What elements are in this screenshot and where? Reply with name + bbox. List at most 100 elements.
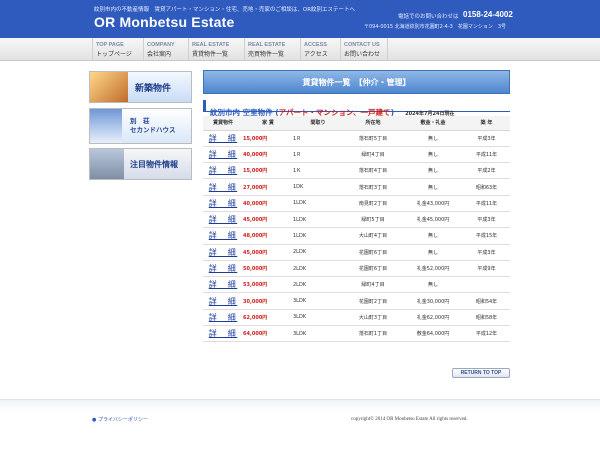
banner-new-properties[interactable]: 新築物件: [89, 71, 192, 103]
built-cell: [463, 276, 510, 294]
table-row: 詳 細 50,000円 2LDK 花園町6丁目 礼金52,000円 平成9年: [203, 260, 510, 278]
layout-cell: 1Ｒ: [293, 146, 343, 164]
nav-item-en: CONTACT US: [344, 42, 380, 48]
location-cell: 落石町1丁目: [343, 325, 403, 343]
built-cell: 平成3年: [463, 130, 510, 147]
return-to-top-button[interactable]: RETURN TO TOP: [452, 368, 510, 378]
house-photo: [90, 72, 128, 102]
detail-cell: 詳 細: [203, 195, 243, 212]
banner-label-line2: セカンドハウス: [130, 126, 176, 134]
built-cell: 平成3年: [463, 211, 510, 229]
detail-cell: 詳 細: [203, 227, 243, 245]
banner-label: 注目物件情報: [130, 160, 178, 169]
site-header: 紋別市内の不動産情報 賃貸アパート・マンション・住宅、売地・売家のご相談は、OR…: [0, 0, 600, 38]
main-nav: TOP PAGE トップページ COMPANY 会社案内 REAL ESTATE…: [0, 38, 600, 61]
rent-cell: 48,000円: [243, 227, 293, 245]
page-title-bar: 賃貸物件一覧 【仲介・管理】: [203, 70, 510, 94]
rental-listing-table: 賃貸物件 家 賃 間取り 所在地 敷金・礼金 築 年 詳 細 15,000円 1Ｒ 落…: [203, 116, 510, 343]
built-cell: 昭和58年: [463, 309, 510, 327]
rent-cell: 40,000円: [243, 195, 293, 212]
detail-link[interactable]: 詳 細: [209, 264, 238, 273]
deposit-cell: 敷金64,000円: [403, 325, 463, 343]
nav-item-jp: 会社案内: [147, 51, 172, 58]
deposit-cell: 無し: [403, 227, 463, 245]
detail-link[interactable]: 詳 細: [209, 150, 238, 159]
table-row: 詳 細 48,000円 1LDK 大山町4丁目 無し 平成15年: [203, 227, 510, 245]
nav-item-en: COMPANY: [147, 42, 175, 48]
rent-cell: 45,000円: [243, 244, 293, 261]
detail-cell: 詳 細: [203, 325, 243, 343]
built-cell: 平成11年: [463, 195, 510, 212]
table-row: 詳 細 27,000円 1DK 落石町3丁目 無し 昭和63年: [203, 178, 510, 196]
detail-link[interactable]: 詳 細: [209, 248, 238, 257]
built-cell: 平成3年: [463, 244, 510, 261]
layout-cell: 3LDK: [293, 309, 343, 327]
detail-link[interactable]: 詳 細: [209, 231, 238, 240]
tel-number: 0158-24-4002: [463, 10, 513, 19]
detail-cell: 詳 細: [203, 292, 243, 310]
location-cell: 花園町6丁目: [343, 260, 403, 278]
nav-item-en: TOP PAGE: [96, 42, 124, 48]
detail-cell: 詳 細: [203, 276, 243, 294]
banner-label-line1: 別 荘: [130, 117, 150, 125]
banner-label: 新築物件: [135, 84, 172, 94]
banner-featured[interactable]: 注目物件情報: [89, 148, 192, 180]
detail-link[interactable]: 詳 細: [209, 313, 238, 322]
col-header-layout: 間取り: [293, 116, 343, 131]
banner-villa[interactable]: 別 荘 セカンドハウス: [89, 108, 192, 144]
rent-cell: 62,000円: [243, 309, 293, 327]
rent-cell: 15,000円: [243, 162, 293, 180]
layout-cell: 1LDK: [293, 211, 343, 229]
nav-item-company[interactable]: COMPANY 会社案内: [143, 38, 175, 61]
detail-link[interactable]: 詳 細: [209, 280, 238, 289]
detail-cell: 詳 細: [203, 178, 243, 196]
nav-item-jp: 売買物件一覧: [248, 51, 285, 58]
page-title: 賃貸物件一覧 【仲介・管理】: [302, 78, 411, 87]
nav-item-sale[interactable]: REAL ESTATE 売買物件一覧: [244, 38, 285, 61]
nav-item-contact[interactable]: CONTACT US お問い合わせ: [340, 38, 388, 61]
location-cell: 落石町5丁目: [343, 130, 403, 147]
table-row: 詳 細 15,000円 1Ｒ 落石町5丁目 無し 平成3年: [203, 130, 510, 147]
detail-link[interactable]: 詳 細: [209, 166, 238, 175]
built-cell: 平成9年: [463, 260, 510, 278]
detail-link[interactable]: 詳 細: [209, 199, 238, 208]
nav-item-en: ACCESS: [304, 42, 327, 48]
nav-item-rental[interactable]: REAL ESTATE 賃貸物件一覧: [188, 38, 229, 61]
deposit-cell: 礼金43,000円: [403, 195, 463, 212]
table-row: 詳 細 40,000円 1Ｒ 緑町4丁目 無し 平成11年: [203, 146, 510, 164]
detail-link[interactable]: 詳 細: [209, 297, 238, 306]
detail-link[interactable]: 詳 細: [209, 215, 238, 224]
layout-cell: 2LDK: [293, 244, 343, 261]
detail-cell: 詳 細: [203, 260, 243, 278]
col-header-location: 所在地: [343, 116, 403, 131]
deposit-cell: 礼金62,000円: [403, 309, 463, 327]
footer-divider: [0, 399, 600, 411]
nav-item-access[interactable]: ACCESS アクセス: [300, 38, 328, 61]
nav-item-top[interactable]: TOP PAGE トップページ: [92, 38, 132, 61]
rent-cell: 15,000円: [243, 130, 293, 147]
banner-label: 別 荘 セカンドハウス: [130, 117, 176, 135]
detail-link[interactable]: 詳 細: [209, 329, 238, 338]
rent-cell: 64,000円: [243, 325, 293, 343]
col-header-built: 築 年: [463, 116, 510, 131]
table-row: 詳 細 40,000円 1LDK 南見町2丁目 礼金43,000円 平成11年: [203, 195, 510, 212]
detail-link[interactable]: 詳 細: [209, 134, 238, 143]
table-row: 詳 細 45,000円 2LDK 花園町6丁目 無し 平成3年: [203, 244, 510, 261]
location-cell: 花園町6丁目: [343, 244, 403, 261]
built-cell: 平成12年: [463, 325, 510, 343]
privacy-policy-link[interactable]: ● プライバシーポリシー: [92, 416, 148, 423]
col-header-rent: 家 賃: [243, 116, 293, 131]
location-cell: 大山町3丁目: [343, 309, 403, 327]
site-logo[interactable]: OR Monbetsu Estate: [94, 14, 235, 30]
col-header-deposit: 敷金・礼金: [403, 116, 463, 131]
site-tagline: 紋別市内の不動産情報 賃貸アパート・マンション・住宅、売地・売家のご相談は、OR…: [94, 7, 356, 13]
detail-cell: 詳 細: [203, 146, 243, 164]
company-address: 〒094-0015 北海道紋別市花園町2-4-3 花園マンション 3号: [364, 24, 506, 30]
location-cell: 落石町4丁目: [343, 162, 403, 180]
built-cell: 昭和63年: [463, 178, 510, 196]
deposit-cell: 礼金52,000円: [403, 260, 463, 278]
table-row: 詳 細 64,000円 3LDK 落石町1丁目 敷金64,000円 平成12年: [203, 325, 510, 343]
detail-link[interactable]: 詳 細: [209, 183, 238, 192]
table-row: 詳 細 45,000円 1LDK 緑町5丁目 礼金45,000円 平成3年: [203, 211, 510, 229]
table-row: 詳 細 30,000円 3LDK 花園町2丁目 礼金30,000円 昭和54年: [203, 292, 510, 310]
